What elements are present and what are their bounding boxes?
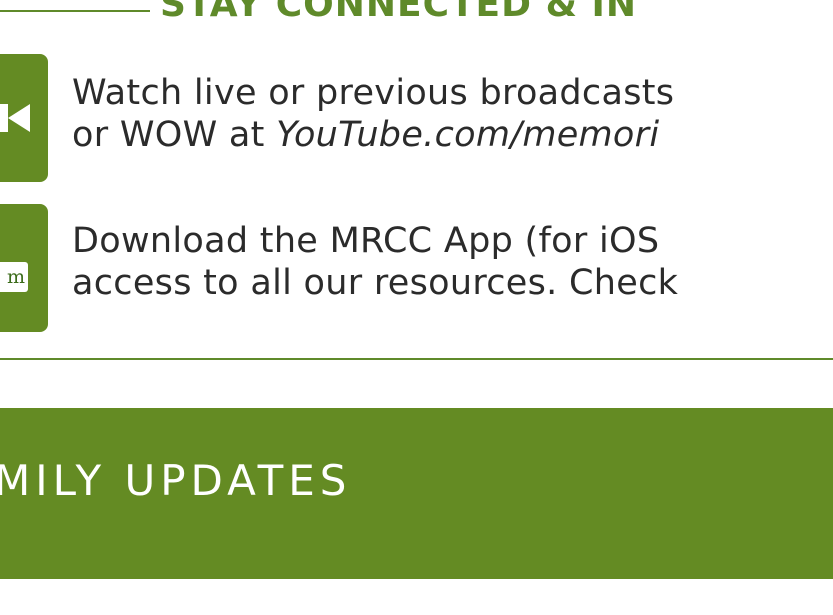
video-camera-icon <box>0 104 30 132</box>
video-tile[interactable] <box>0 54 48 182</box>
item-app-text: Download the MRCC App (for iOS access to… <box>72 220 678 304</box>
section-heading: STAY CONNECTED & IN <box>160 0 638 25</box>
mobile-app-icon: m <box>0 262 28 292</box>
youtube-link[interactable]: YouTube.com/memori <box>276 115 659 155</box>
item-video-line2-prefix: or WOW at <box>72 115 277 155</box>
band-title: MILY UPDATES <box>0 456 352 505</box>
section-divider <box>0 358 833 360</box>
item-app-line2: access to all our resources. Check <box>72 263 679 303</box>
item-video-text: Watch live or previous broadcasts or WOW… <box>72 72 674 156</box>
app-icon-text: m <box>6 266 25 288</box>
app-tile[interactable]: m <box>0 204 48 332</box>
item-video-line1: Watch live or previous broadcasts <box>72 73 675 113</box>
item-app-line1: Download the MRCC App (for iOS <box>72 221 660 261</box>
family-updates-band: MILY UPDATES <box>0 408 833 579</box>
heading-rule <box>0 10 150 12</box>
